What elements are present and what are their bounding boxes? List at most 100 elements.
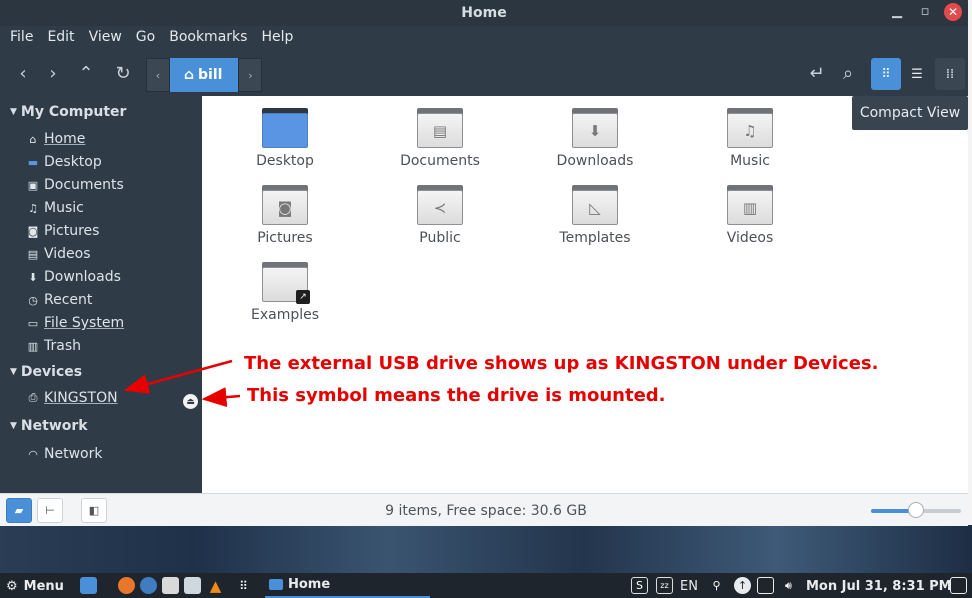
tray-app-icon[interactable]: S — [631, 577, 648, 594]
music-icon: ♫ — [28, 201, 38, 215]
zoom-slider-handle[interactable] — [908, 502, 924, 518]
clock[interactable]: Mon Jul 31, 8:31 PM — [806, 577, 952, 595]
expand-icon: ▼ — [10, 107, 17, 117]
downloads-icon: ⬇ — [28, 270, 38, 284]
home-icon: ⌂ — [29, 132, 37, 146]
menu-help[interactable]: Help — [254, 26, 300, 50]
file-item-public[interactable]: ≺ Public — [385, 185, 495, 246]
sidebar-item-music[interactable]: ♫ Music — [26, 198, 84, 218]
desktop-background — [0, 525, 972, 573]
compact-view-tooltip: Compact View — [852, 96, 968, 130]
menu-bar: File Edit View Go Bookmarks Help — [0, 26, 968, 50]
keyboard-layout[interactable]: EN — [680, 577, 698, 595]
app-grid-icon[interactable]: ⠿ — [235, 577, 252, 594]
eject-icon[interactable]: ⏏ — [183, 394, 198, 409]
desktop-folder-icon — [262, 108, 308, 148]
menu-go[interactable]: Go — [129, 26, 162, 50]
template-icon: ◺ — [572, 185, 618, 225]
desktop-icon: ▬ — [27, 155, 39, 169]
volume-icon[interactable]: 🔊︎ — [780, 577, 797, 594]
menu-file[interactable]: File — [3, 26, 40, 50]
file-label: Desktop — [256, 153, 314, 169]
file-item-music[interactable]: ♫ Music — [695, 108, 805, 169]
camera-icon: ◙ — [262, 185, 308, 225]
menu-edit[interactable]: Edit — [40, 26, 81, 50]
breadcrumb-right-icon[interactable]: › — [238, 58, 263, 92]
text-editor-icon[interactable] — [184, 577, 201, 594]
taskbar-window-home[interactable]: Home — [265, 573, 430, 598]
file-item-examples[interactable]: ↗ Examples — [230, 262, 340, 323]
zoom-slider[interactable] — [871, 502, 961, 518]
update-icon[interactable]: ↑ — [734, 577, 751, 594]
title-bar[interactable]: Home ▁ ▫ ✕ — [0, 0, 968, 26]
paperclip-icon[interactable]: ⚲ — [708, 577, 725, 594]
back-icon[interactable]: ‹ — [8, 58, 38, 88]
annotation-mounted-symbol: This symbol means the drive is mounted. — [247, 385, 666, 406]
sidebar-item-recent[interactable]: ◷ Recent — [26, 290, 92, 310]
search-icon[interactable]: ⌕ — [833, 58, 863, 88]
trash-icon: ▥ — [27, 339, 39, 353]
up-icon[interactable]: ⌃ — [71, 58, 101, 88]
breadcrumb: ‹ ⌂ bill › — [146, 58, 263, 92]
forward-icon[interactable]: › — [38, 58, 68, 88]
file-label: Public — [419, 230, 461, 246]
annotation-usb-drive: The external USB drive shows up as KINGS… — [244, 353, 879, 374]
status-text: 9 items, Free space: 30.6 GB — [385, 503, 587, 519]
file-item-desktop[interactable]: Desktop — [230, 108, 340, 169]
sidebar-item-network[interactable]: ◠ Network — [26, 444, 102, 464]
show-desktop-icon[interactable] — [80, 577, 97, 594]
compact-view-button[interactable]: ⁞⁞ — [935, 58, 965, 90]
reload-icon[interactable]: ↻ — [108, 58, 138, 88]
location-toggle-icon[interactable]: ↵ — [802, 58, 832, 88]
sidebar: ▼ My Computer ⌂ Home ▬ Desktop ▣ Documents ♫… — [0, 96, 202, 493]
tray-sleep-icon[interactable]: zz — [656, 577, 673, 594]
file-label: Music — [730, 153, 770, 169]
network-tray-icon[interactable] — [757, 577, 774, 594]
section-my-computer[interactable]: ▼ My Computer — [10, 104, 126, 120]
sidebar-item-kingston[interactable]: ⎙ KINGSTON — [26, 388, 118, 408]
sidebar-item-home[interactable]: ⌂ Home — [26, 129, 86, 149]
file-label: Videos — [726, 230, 774, 246]
file-item-videos[interactable]: ▥ Videos — [695, 185, 805, 246]
list-view-button[interactable]: ☰ — [902, 58, 932, 90]
start-menu-button[interactable]: ⚙ Menu — [6, 577, 64, 595]
minimize-button[interactable]: ▁ — [888, 3, 906, 21]
maximize-button[interactable]: ▫ — [916, 3, 934, 21]
file-item-downloads[interactable]: ⬇ Downloads — [540, 108, 650, 169]
breadcrumb-home[interactable]: ⌂ bill — [170, 58, 239, 92]
section-network[interactable]: ▼ Network — [10, 418, 88, 434]
breadcrumb-left-icon[interactable]: ‹ — [146, 58, 170, 92]
notifications-icon[interactable] — [950, 577, 967, 594]
sidebar-item-pictures[interactable]: ◙ Pictures — [26, 221, 100, 241]
firefox-icon[interactable] — [118, 577, 135, 594]
sidebar-item-downloads[interactable]: ⬇ Downloads — [26, 267, 121, 287]
sidebar-item-desktop[interactable]: ▬ Desktop — [26, 152, 102, 172]
sidebar-item-file-system[interactable]: ▭ File System — [26, 313, 124, 333]
file-item-templates[interactable]: ◺ Templates — [540, 185, 650, 246]
file-manager-window: Home ▁ ▫ ✕ File Edit View Go Bookmarks H… — [0, 0, 968, 526]
file-item-documents[interactable]: ▤ Documents — [385, 108, 495, 169]
sidebar-item-documents[interactable]: ▣ Documents — [26, 175, 124, 195]
expand-icon: ▼ — [10, 367, 17, 377]
status-bar: ▰ ⊢ ◧ 9 items, Free space: 30.6 GB — [0, 493, 968, 526]
breadcrumb-label: bill — [198, 67, 223, 83]
thunderbird-icon[interactable] — [140, 577, 157, 594]
vlc-icon[interactable]: ▲ — [207, 577, 224, 595]
files-icon[interactable] — [162, 577, 179, 594]
videos-icon: ▤ — [27, 247, 39, 261]
sidebar-item-trash[interactable]: ▥ Trash — [26, 336, 81, 356]
symlink-icon: ↗ — [262, 262, 310, 304]
network-icon: ◠ — [28, 447, 38, 461]
file-label: Documents — [400, 153, 480, 169]
icon-view-button[interactable]: ⠿ — [871, 58, 901, 90]
expand-icon: ▼ — [10, 421, 17, 431]
file-item-pictures[interactable]: ◙ Pictures — [230, 185, 340, 246]
menu-view[interactable]: View — [82, 26, 129, 50]
file-label: Examples — [250, 307, 320, 323]
close-button[interactable]: ✕ — [944, 3, 962, 21]
section-devices[interactable]: ▼ Devices — [10, 364, 82, 380]
film-icon: ▥ — [727, 185, 773, 225]
share-icon: ≺ — [417, 185, 463, 225]
menu-bookmarks[interactable]: Bookmarks — [162, 26, 254, 50]
sidebar-item-videos[interactable]: ▤ Videos — [26, 244, 91, 264]
